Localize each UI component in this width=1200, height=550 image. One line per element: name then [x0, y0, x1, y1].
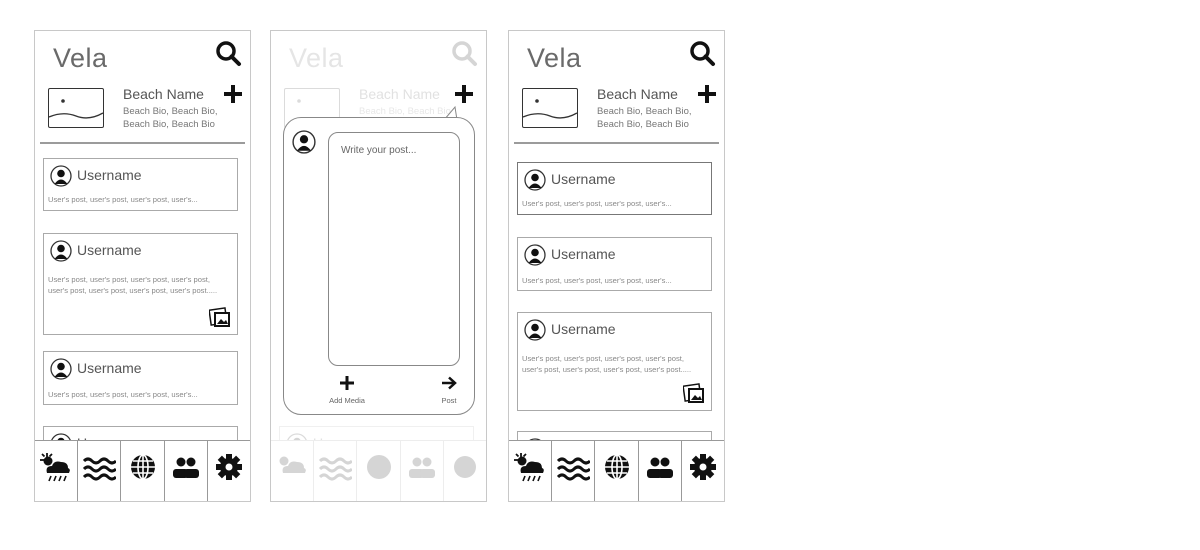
post-text: User's post, user's post, user's post, u… [48, 275, 218, 295]
add-icon[interactable] [696, 83, 718, 105]
nav-settings[interactable] [208, 441, 250, 501]
post-card[interactable]: Username User's post, user's post, user'… [43, 158, 238, 211]
phone-screen-compose: Vela Beach Name Beach Bio, Beach Bio, Be… [270, 30, 487, 502]
post-text: User's post, user's post, user's post, u… [522, 354, 692, 374]
post-text: User's post, user's post, user's post, u… [522, 276, 672, 285]
nav-waves[interactable] [78, 441, 122, 501]
globe-icon [604, 454, 629, 480]
globe-icon [366, 455, 391, 479]
user-avatar-icon [524, 169, 546, 191]
beach-name: Beach Name [359, 86, 440, 102]
beach-bio: Beach Bio, Beach Bio, Beach Bio, Beach B… [597, 106, 692, 130]
nav-globe [357, 441, 401, 501]
people-icon [646, 457, 673, 478]
app-title: Vela [289, 43, 344, 73]
nav-weather[interactable] [35, 441, 79, 501]
post-card[interactable]: Username User's post, user's post, user'… [43, 351, 238, 405]
user-avatar-icon [292, 130, 316, 154]
plus-icon [340, 376, 354, 390]
add-icon[interactable] [222, 83, 244, 105]
user-avatar-icon [50, 240, 72, 262]
weather-icon [40, 453, 70, 482]
weather-icon [514, 453, 544, 482]
nav-waves[interactable] [552, 441, 596, 501]
search-icon[interactable] [214, 39, 242, 67]
nav-globe[interactable] [121, 441, 165, 501]
beach-bio: Beach Bio, Beach Bio, Beach Bio, Beach B… [123, 106, 218, 130]
photo-icon[interactable] [683, 382, 705, 404]
beach-name: Beach Name [123, 86, 204, 102]
post-card[interactable]: Username User's post, user's post, user'… [43, 233, 238, 335]
compose-popup: Write your post... Add Media Post [283, 117, 475, 415]
beach-image [522, 88, 578, 128]
waves-icon [557, 457, 591, 481]
bottom-nav [35, 440, 250, 501]
user-avatar-icon [50, 165, 72, 187]
username: Username [77, 242, 142, 258]
nav-people[interactable] [639, 441, 682, 501]
beach-header: Beach Name Beach Bio, Beach Bio, Beach B… [519, 81, 717, 137]
post-card[interactable]: Username User's post, user's post, user'… [517, 312, 712, 411]
beach-image [48, 88, 104, 128]
user-avatar-icon [50, 358, 72, 380]
app-title: Vela [53, 43, 108, 73]
nav-settings [444, 441, 486, 501]
nav-weather[interactable] [509, 441, 553, 501]
post-placeholder: Write your post... [341, 145, 417, 156]
add-icon[interactable] [453, 83, 475, 105]
post-label: Post [441, 396, 457, 405]
nav-waves [314, 441, 358, 501]
gear-icon [689, 454, 716, 480]
globe-icon [130, 454, 155, 480]
waves-icon [319, 457, 353, 481]
nav-globe[interactable] [595, 441, 639, 501]
waves-icon [83, 457, 117, 481]
user-avatar-icon [524, 319, 546, 341]
post-text: User's post, user's post, user's post, u… [48, 195, 198, 204]
post-card[interactable]: Username User's post, user's post, user'… [517, 237, 712, 291]
people-icon [172, 457, 199, 478]
post-text: User's post, user's post, user's post, u… [522, 199, 672, 208]
username: Username [77, 167, 142, 183]
add-media-button[interactable]: Add Media [322, 376, 372, 405]
app-title: Vela [527, 43, 582, 73]
divider [40, 142, 245, 144]
bottom-nav [509, 440, 724, 501]
post-text: User's post, user's post, user's post, u… [48, 390, 198, 399]
people-icon [408, 457, 435, 478]
phone-screen-feed-selected: Vela Beach Name Beach Bio, Beach Bio, Be… [508, 30, 725, 502]
beach-header: Beach Name Beach Bio, Beach Bio, Beach B… [45, 81, 243, 137]
search-icon [452, 41, 477, 66]
arrow-right-icon [442, 376, 457, 390]
add-media-label: Add Media [329, 396, 365, 405]
divider [514, 142, 719, 144]
photo-icon[interactable] [209, 306, 231, 328]
bottom-nav [271, 440, 486, 501]
post-textarea[interactable]: Write your post... [328, 132, 460, 366]
user-avatar-icon [524, 244, 546, 266]
nav-people[interactable] [165, 441, 208, 501]
username: Username [551, 171, 616, 187]
search-icon[interactable] [688, 39, 716, 67]
username: Username [77, 360, 142, 376]
post-card[interactable]: Username User's post, user's post, user'… [517, 162, 712, 215]
gear-icon [215, 454, 242, 480]
weather-icon [279, 456, 306, 473]
nav-people [401, 441, 444, 501]
beach-name: Beach Name [597, 86, 678, 102]
phone-screen-feed: Vela Beach Name Beach Bio, Beach Bio, Be… [34, 30, 251, 502]
username: Username [551, 321, 616, 337]
gear-icon [453, 456, 476, 478]
nav-weather [271, 441, 315, 501]
username: Username [551, 246, 616, 262]
post-button[interactable]: Post [434, 376, 464, 405]
nav-settings[interactable] [682, 441, 724, 501]
